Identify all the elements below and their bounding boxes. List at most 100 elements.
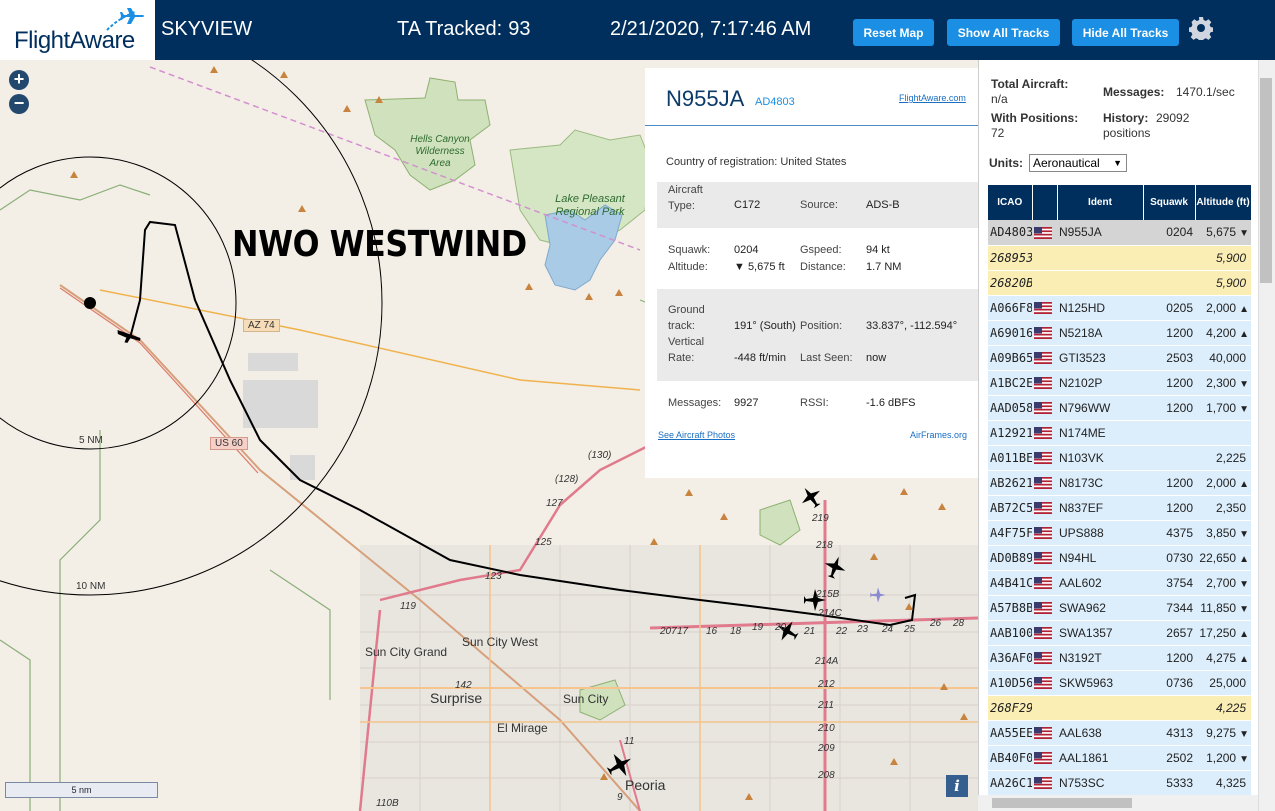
- table-row[interactable]: A4F75F UPS888 4375 3,850 ▼: [988, 520, 1251, 546]
- road-label: 110B: [376, 798, 399, 809]
- top-header: FlightAware SKYVIEW TA Tracked: 93 2/21/2…: [0, 0, 1275, 60]
- road-shield-az74: AZ 74: [243, 319, 280, 332]
- road-label: 211: [818, 700, 834, 711]
- road-label: 28: [953, 618, 965, 629]
- ident-cell: [1057, 245, 1143, 271]
- table-row[interactable]: A69016 N5218A 1200 4,200 ▲: [988, 320, 1251, 346]
- table-row[interactable]: A4B41C AAL602 3754 2,700 ▼: [988, 570, 1251, 596]
- selected-aircraft-icon[interactable]: [114, 322, 144, 346]
- road-label: 212: [818, 679, 835, 690]
- us-flag-icon: [1034, 352, 1052, 365]
- table-row[interactable]: A57B8B SWA962 7344 11,850 ▼: [988, 595, 1251, 621]
- table-row[interactable]: AA26C1 N753SC 5333 4,325: [988, 770, 1251, 796]
- table-header-row: ICAO Ident Squawk Altitude (ft): [988, 185, 1252, 220]
- hide-all-tracks-button[interactable]: Hide All Tracks: [1072, 19, 1179, 46]
- altitude-cell: 25,000: [1195, 670, 1251, 696]
- aircraft-icon[interactable]: [822, 554, 848, 580]
- squawk-cell: 2657: [1143, 620, 1195, 646]
- table-row[interactable]: A066F8 N125HD 0205 2,000 ▲: [988, 295, 1251, 321]
- col-header-icao[interactable]: ICAO: [988, 185, 1033, 220]
- altitude-trend-icon: ▲: [1239, 303, 1249, 315]
- altitude-cell: 2,000 ▲: [1195, 295, 1251, 321]
- us-flag-icon: [1034, 677, 1052, 690]
- aircraft-type-value: C172: [734, 199, 761, 211]
- altitude-trend-icon: ▼: [1239, 528, 1249, 540]
- col-header-flag[interactable]: [1032, 185, 1058, 220]
- table-row[interactable]: A09B65 GTI3523 2503 40,000: [988, 345, 1251, 371]
- total-aircraft-value: n/a: [991, 92, 1008, 106]
- map-info-button[interactable]: i: [946, 775, 968, 797]
- scrollbar-thumb[interactable]: [1260, 78, 1272, 283]
- table-row[interactable]: 268F29 4,225: [988, 695, 1251, 721]
- label-sun-city-grand: Sun City Grand: [365, 645, 448, 659]
- units-select[interactable]: Aeronautical ▼: [1029, 154, 1127, 172]
- squawk-cell: 5333: [1143, 770, 1195, 796]
- clock: 2/21/2020, 7:17:46 AM: [610, 18, 812, 40]
- us-flag-icon: [1034, 502, 1052, 515]
- flightaware-logo[interactable]: FlightAware: [0, 0, 155, 60]
- altitude-cell: 2,700 ▼: [1195, 570, 1251, 596]
- road-label: 21: [804, 626, 816, 637]
- scale-bar: 5 nm: [5, 782, 158, 798]
- us-flag-icon: [1034, 402, 1052, 415]
- show-all-tracks-button[interactable]: Show All Tracks: [947, 19, 1060, 46]
- squawk-cell: 4375: [1143, 520, 1195, 546]
- aircraft-icon[interactable]: [798, 484, 824, 510]
- country-value: United States: [780, 156, 847, 168]
- table-row[interactable]: A10D56 SKW5963 0736 25,000: [988, 670, 1251, 696]
- zoom-out-button[interactable]: −: [9, 94, 29, 114]
- altitude-trend-icon: ▼: [1239, 753, 1249, 765]
- squawk-cell: 0730: [1143, 545, 1195, 571]
- airframes-link[interactable]: AirFrames.org: [910, 430, 967, 440]
- horizontal-scrollbar-thumb[interactable]: [992, 798, 1132, 808]
- last-seen-label: Last Seen:: [800, 352, 853, 364]
- table-row[interactable]: AB2621 N8173C 1200 2,000 ▲: [988, 470, 1251, 496]
- messages-rate-label: Messages:: [1103, 85, 1165, 99]
- units-label: Units:: [989, 156, 1023, 170]
- road-label: 214C: [818, 608, 842, 619]
- aircraft-photos-link[interactable]: See Aircraft Photos: [658, 430, 735, 440]
- altitude-value: ▼ 5,675 ft: [734, 261, 785, 273]
- source-label: Source:: [800, 199, 838, 211]
- aircraft-icon[interactable]: [605, 750, 635, 780]
- flag-cell: [1032, 695, 1057, 721]
- table-row[interactable]: A011BE N103VK 2,225: [988, 445, 1251, 471]
- table-row[interactable]: A1BC2E N2102P 1200 2,300 ▼: [988, 370, 1251, 396]
- flag-cell: [1032, 670, 1057, 696]
- road-label: 214A: [815, 656, 839, 667]
- flag-cell: [1032, 395, 1057, 421]
- table-row[interactable]: AA55EE AAL638 4313 9,275 ▼: [988, 720, 1251, 746]
- ring-label-10nm: 10 NM: [76, 581, 106, 592]
- distance-value: 1.7 NM: [866, 261, 902, 273]
- table-row[interactable]: A12921 N174ME: [988, 420, 1251, 446]
- gear-icon[interactable]: [1189, 16, 1213, 40]
- table-row[interactable]: AAB100 SWA1357 2657 17,250 ▲: [988, 620, 1251, 646]
- col-header-squawk[interactable]: Squawk: [1143, 185, 1196, 220]
- table-row[interactable]: AB40F0 AAL1861 2502 1,200 ▼: [988, 745, 1251, 771]
- icao-cell: A12921: [988, 420, 1032, 446]
- icao-cell: A69016: [988, 320, 1032, 346]
- col-header-altitude[interactable]: Altitude (ft): [1195, 185, 1252, 220]
- table-row[interactable]: A36AF0 N3192T 1200 4,275 ▲: [988, 645, 1251, 671]
- squawk-cell: 1200: [1143, 645, 1195, 671]
- ident-cell: N103VK: [1057, 445, 1143, 471]
- zoom-in-button[interactable]: +: [9, 70, 29, 90]
- us-flag-icon: [1034, 427, 1052, 440]
- table-row[interactable]: AAD058 N796WW 1200 1,700 ▼: [988, 395, 1251, 421]
- table-row[interactable]: AD4803 N955JA 0204 5,675 ▼: [988, 220, 1251, 246]
- squawk-cell: 4313: [1143, 720, 1195, 746]
- position-label: Position:: [800, 320, 843, 332]
- altitude-cell: 9,275 ▼: [1195, 720, 1251, 746]
- flightaware-link[interactable]: FlightAware.com: [899, 93, 966, 103]
- icao-cell: AB72C5: [988, 495, 1032, 521]
- reset-map-button[interactable]: Reset Map: [853, 19, 934, 46]
- col-header-ident[interactable]: Ident: [1057, 185, 1144, 220]
- popup-header: N955JA AD4803 FlightAware.com: [645, 68, 978, 126]
- road-label: 22: [836, 626, 848, 637]
- table-row[interactable]: 268953 5,900: [988, 245, 1251, 271]
- icao-cell: AB2621: [988, 470, 1032, 496]
- table-row[interactable]: 26820B 5,900: [988, 270, 1251, 296]
- table-row[interactable]: AD0B89 N94HL 0730 22,650 ▲: [988, 545, 1251, 571]
- table-row[interactable]: AB72C5 N837EF 1200 2,350: [988, 495, 1251, 521]
- us-flag-icon: [1034, 752, 1052, 765]
